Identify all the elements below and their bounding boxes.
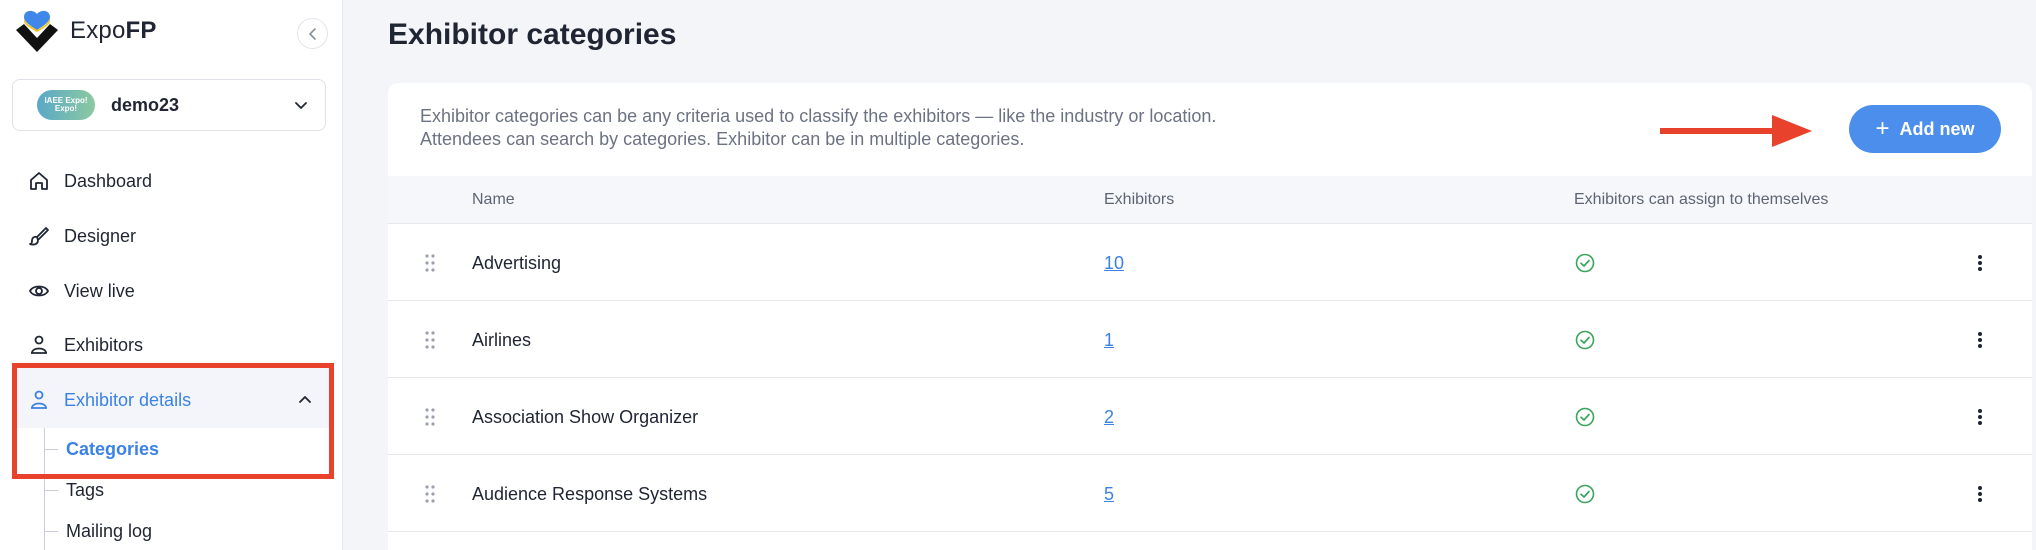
drag-handle-icon[interactable] <box>424 456 440 532</box>
kebab-icon <box>1978 255 1982 271</box>
sidebar: ExpoFP IAEE Expo! Expo! demo23 Dashboard… <box>0 0 343 550</box>
description-line: Exhibitor categories can be any criteria… <box>420 106 1217 126</box>
table-row: Advertising 10 <box>388 225 2032 301</box>
column-header-exhibitors[interactable]: Exhibitors <box>1104 176 1174 224</box>
nav-item-dashboard[interactable]: Dashboard <box>28 166 152 196</box>
self-assign-status <box>1574 302 1596 378</box>
exhibitors-icon <box>31 335 47 354</box>
logo[interactable]: ExpoFP <box>14 8 157 54</box>
grip-icon <box>425 408 435 426</box>
drag-handle-icon[interactable] <box>424 225 440 301</box>
exhibitors-count[interactable]: 10 <box>1104 253 1124 274</box>
grip-icon <box>425 485 435 503</box>
table-row: Airlines 1 <box>388 302 2032 378</box>
check-circle-icon <box>1575 330 1595 350</box>
self-assign-status <box>1574 225 1596 301</box>
nav-label: Exhibitors <box>64 334 144 355</box>
grip-icon <box>425 254 435 272</box>
nav-label: Dashboard <box>64 170 153 191</box>
categories-card: Exhibitor categories can be any criteria… <box>388 83 2032 550</box>
check-circle-icon <box>1575 484 1595 504</box>
more-options-icon[interactable] <box>1970 302 1990 378</box>
description-line: Attendees can search by categories. Exhi… <box>420 129 1025 149</box>
page-title: Exhibitor categories <box>388 18 677 51</box>
brush-icon <box>29 227 49 246</box>
submenu-dash <box>44 489 58 491</box>
check-circle-icon <box>1575 407 1595 427</box>
exhibitors-count-link[interactable]: 2 <box>1104 379 1114 455</box>
add-new-button[interactable]: + Add new <box>1849 105 2001 153</box>
plus-icon: + <box>1875 115 1890 142</box>
home-icon <box>30 172 48 190</box>
more-options-icon[interactable] <box>1970 456 1990 532</box>
kebab-icon <box>1978 332 1982 348</box>
project-name: demo23 <box>111 94 180 115</box>
collapse-sidebar-button[interactable] <box>297 18 328 49</box>
more-options-icon[interactable] <box>1970 225 1990 301</box>
table-header: Name Exhibitors Exhibitors can assign to… <box>388 176 2032 224</box>
nav-label: View live <box>64 280 135 301</box>
category-name: Audience Response Systems <box>472 483 708 504</box>
chevron-down-icon <box>295 102 307 109</box>
exhibitors-count-link[interactable]: 1 <box>1104 302 1114 378</box>
sub-item-label: Tags <box>66 479 105 500</box>
sub-item-label: Mailing log <box>66 520 153 541</box>
exhibitors-count[interactable]: 5 <box>1104 484 1114 505</box>
add-new-label: Add new <box>1899 118 1975 139</box>
check-circle-icon <box>1575 253 1595 273</box>
project-badge: IAEE Expo! Expo! <box>37 90 95 120</box>
drag-handle-icon[interactable] <box>424 379 440 455</box>
eye-icon <box>28 285 50 297</box>
sub-item-tags[interactable]: Tags <box>44 477 104 503</box>
project-selector[interactable]: IAEE Expo! Expo! demo23 <box>12 79 326 131</box>
sub-item-mailing-log[interactable]: Mailing log <box>44 518 152 544</box>
nav-item-view-live[interactable]: View live <box>28 276 135 306</box>
more-options-icon[interactable] <box>1970 379 1990 455</box>
kebab-icon <box>1978 486 1982 502</box>
table-row: Association Show Organizer 2 <box>388 379 2032 455</box>
category-name: Airlines <box>472 329 532 350</box>
category-name: Advertising <box>472 252 562 273</box>
highlight-annotation-box <box>12 363 334 479</box>
nav-item-designer[interactable]: Designer <box>28 221 136 251</box>
drag-handle-icon[interactable] <box>424 302 440 378</box>
self-assign-status <box>1574 379 1596 455</box>
chevron-left-icon <box>308 27 316 40</box>
table-row: Audience Response Systems 5 <box>388 456 2032 532</box>
exhibitors-count[interactable]: 1 <box>1104 330 1114 351</box>
category-name: Association Show Organizer <box>472 406 699 427</box>
exhibitors-count-link[interactable]: 10 <box>1104 225 1124 301</box>
self-assign-status <box>1574 456 1596 532</box>
logo-text: ExpoFP <box>70 17 157 44</box>
exhibitors-count[interactable]: 2 <box>1104 407 1114 428</box>
page-description: Exhibitor categories can be any criteria… <box>420 105 1216 151</box>
arrow-annotation-icon <box>1660 115 1812 147</box>
exhibitors-count-link[interactable]: 5 <box>1104 456 1114 532</box>
grip-icon <box>425 331 435 349</box>
column-header-self-assign[interactable]: Exhibitors can assign to themselves <box>1574 176 1828 224</box>
nav-item-exhibitors[interactable]: Exhibitors <box>28 330 143 360</box>
nav-label: Designer <box>64 225 137 246</box>
expofp-logo-icon <box>16 10 58 52</box>
submenu-dash <box>44 530 58 532</box>
kebab-icon <box>1978 409 1982 425</box>
column-header-name[interactable]: Name <box>472 176 515 224</box>
